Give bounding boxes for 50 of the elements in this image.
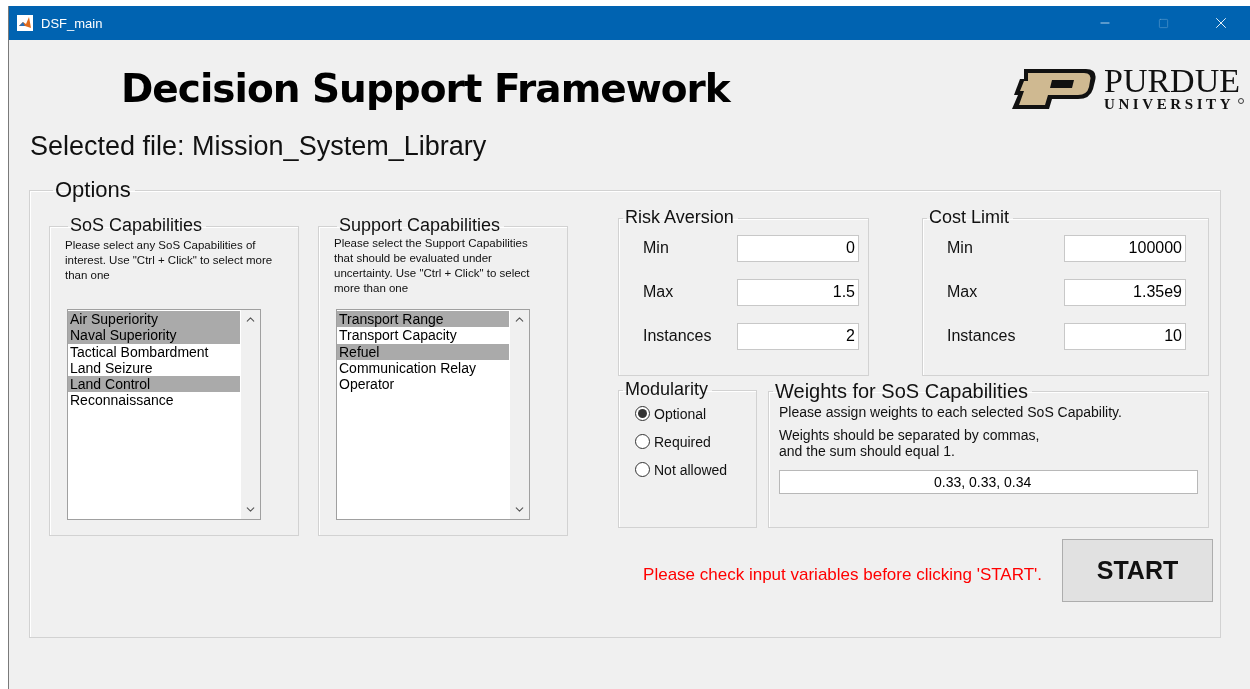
panel-title: Options — [54, 178, 132, 203]
number-field[interactable]: 1.35e9 — [1064, 279, 1186, 306]
field-label: Instances — [947, 327, 1017, 346]
logo-subtitle: UNIVERSITY — [1103, 96, 1235, 112]
start-button[interactable]: START — [1062, 539, 1213, 603]
radio-button[interactable] — [635, 434, 650, 450]
instructions-text: Please select the Support Capabilities that should be evaluated under uncertainty. Use "Ctrl + Click" to select more than one — [333, 236, 531, 296]
window-title: DSF_main — [41, 15, 104, 31]
panel-title: Weights for SoS Capabilities — [774, 380, 1030, 403]
number-field[interactable]: 100000 — [1064, 235, 1186, 262]
instructions-text: Please select any SoS Capabilities of interest. Use "Ctrl + Click" to select more than one — [64, 238, 274, 283]
panel-title: Support Capabilities — [338, 216, 502, 236]
list-item[interactable]: Land Control — [68, 376, 240, 393]
radio-label: Not allowed — [654, 462, 728, 478]
field-label: Min — [643, 239, 670, 258]
radio-option[interactable]: Required — [635, 434, 756, 450]
weights-note: Weights should be separated by commas, and the sum should equal 1. — [778, 427, 1041, 460]
radio-option[interactable]: Optional — [635, 406, 756, 422]
scrollbar[interactable] — [240, 310, 260, 519]
list-item[interactable]: Transport Range — [337, 311, 509, 328]
list-item[interactable]: Naval Superiority — [68, 327, 240, 344]
list-item[interactable]: Air Superiority — [68, 311, 240, 328]
radio-label: Required — [654, 434, 711, 450]
block-p-icon — [1009, 67, 1098, 111]
panel-title: Risk Aversion — [624, 208, 735, 228]
field-label: Max — [643, 283, 675, 302]
panel-title: SoS Capabilities — [69, 216, 204, 236]
field-label: Instances — [643, 327, 713, 346]
radio-button[interactable] — [635, 406, 650, 422]
radio-button[interactable] — [635, 462, 650, 478]
radio-option[interactable]: Not allowed — [635, 462, 756, 478]
scrollbar[interactable] — [509, 310, 529, 519]
weights-field[interactable]: 0.33, 0.33, 0.34 — [779, 470, 1198, 495]
list-box[interactable]: Transport Range Transport Capacity Refuel Communication Relay Operator — [336, 309, 530, 520]
page-heading: Decision Support Framework — [121, 65, 730, 113]
warning-text: Please check input variables before clicking 'START'. — [643, 564, 1042, 585]
weights-instruction: Please assign weights to each selected SoS Capability. — [778, 404, 1123, 421]
panel-title: Modularity — [624, 380, 710, 400]
number-field[interactable]: 10 — [1064, 323, 1186, 350]
app-icon — [17, 15, 33, 31]
number-field[interactable]: 2 — [737, 323, 859, 350]
radio-label: Optional — [654, 406, 707, 422]
number-field[interactable]: 0 — [737, 235, 859, 262]
field-label: Min — [947, 239, 974, 258]
selected-file-text: Selected file: Mission_System_Library — [30, 130, 488, 163]
list-box[interactable]: Air Superiority Naval Superiority Tactical Bombardment Land Seizure Land Control Reconnaissance — [67, 309, 261, 520]
logo-wordmark: PURDUE — [1103, 66, 1240, 96]
number-field[interactable]: 1.5 — [737, 279, 859, 306]
field-label: Max — [947, 283, 979, 302]
panel-title: Cost Limit — [928, 208, 1010, 228]
